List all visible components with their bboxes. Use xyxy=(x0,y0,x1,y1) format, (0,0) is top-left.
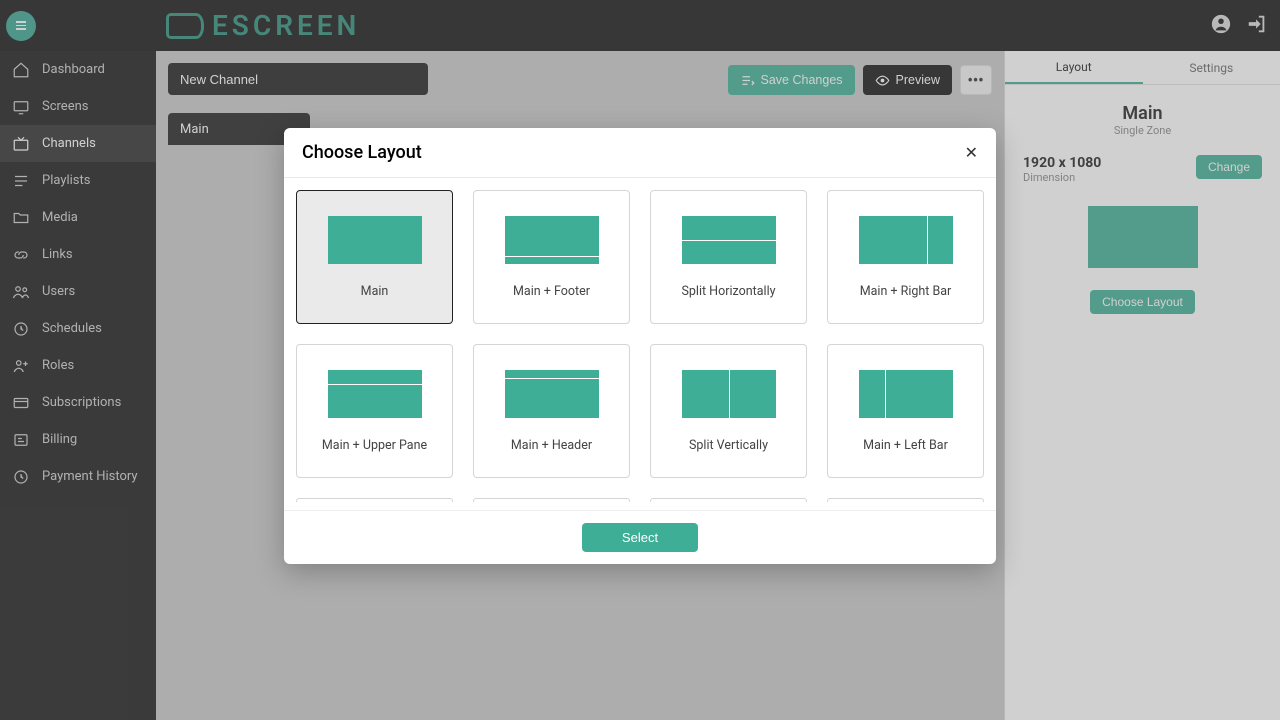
layout-option-split-horizontally[interactable]: Split Horizontally xyxy=(650,190,807,324)
layout-option-label: Main + Upper Pane xyxy=(322,438,427,453)
choose-layout-modal: Choose Layout ✕ Main Main + Footer xyxy=(284,128,996,564)
layout-option-partial[interactable] xyxy=(296,498,453,502)
layout-option-main[interactable]: Main xyxy=(296,190,453,324)
layout-option-main-footer[interactable]: Main + Footer xyxy=(473,190,630,324)
layout-option-main-left-bar[interactable]: Main + Left Bar xyxy=(827,344,984,478)
layout-option-label: Main xyxy=(361,284,389,299)
modal-overlay[interactable]: Choose Layout ✕ Main Main + Footer xyxy=(0,0,1280,720)
layout-option-split-vertically[interactable]: Split Vertically xyxy=(650,344,807,478)
modal-title: Choose Layout xyxy=(302,142,422,163)
layout-option-label: Main + Header xyxy=(511,438,592,453)
close-icon: ✕ xyxy=(965,143,978,162)
layout-option-label: Main + Left Bar xyxy=(863,438,948,453)
layout-option-partial[interactable] xyxy=(827,498,984,502)
layout-option-label: Split Horizontally xyxy=(681,284,775,299)
select-layout-button[interactable]: Select xyxy=(582,523,698,552)
layout-option-label: Main + Footer xyxy=(513,284,590,299)
layout-option-main-upper-pane[interactable]: Main + Upper Pane xyxy=(296,344,453,478)
layout-option-main-header[interactable]: Main + Header xyxy=(473,344,630,478)
layout-option-label: Split Vertically xyxy=(689,438,768,453)
modal-close-button[interactable]: ✕ xyxy=(965,143,978,162)
layout-option-partial[interactable] xyxy=(473,498,630,502)
layout-option-label: Main + Right Bar xyxy=(860,284,952,299)
layout-option-partial[interactable] xyxy=(650,498,807,502)
layout-scroll[interactable]: Main Main + Footer Split Horizontally Ma… xyxy=(292,190,988,502)
layout-option-main-right-bar[interactable]: Main + Right Bar xyxy=(827,190,984,324)
